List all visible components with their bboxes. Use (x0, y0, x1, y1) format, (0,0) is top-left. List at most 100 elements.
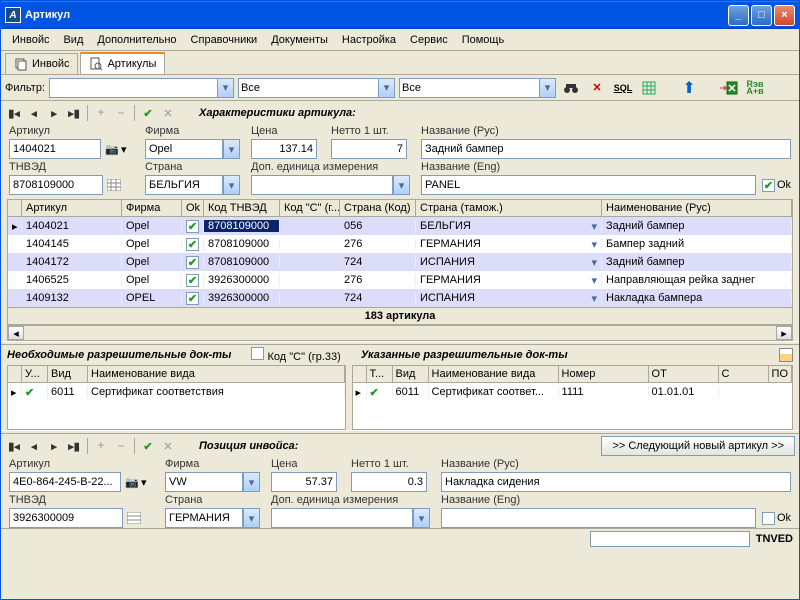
section-characteristics: Характеристики артикула: (179, 107, 356, 119)
code-c-checkbox[interactable] (251, 347, 264, 360)
chevron-down-icon[interactable]: ▾ (217, 78, 234, 98)
tnved-input[interactable] (9, 175, 103, 195)
status-label: TNVED (756, 533, 793, 545)
filter-label: Фильтр: (5, 82, 45, 94)
last-icon[interactable]: ▸▮ (65, 104, 83, 122)
arrow-up-icon[interactable]: ⬆ (678, 77, 700, 99)
grid-icon[interactable] (638, 77, 660, 99)
minimize-button[interactable]: _ (728, 5, 749, 26)
grid-small-icon[interactable] (125, 509, 143, 527)
tab-articles[interactable]: Артикулы (80, 52, 165, 74)
ok-checkbox-top[interactable]: ✔ (762, 179, 775, 192)
next-article-button[interactable]: >> Следующий новый артикул >> (601, 436, 795, 456)
required-docs-grid[interactable]: У...ВидНаименование вида ▸✔6011Сертифика… (7, 365, 346, 430)
dop-unit-input-bot[interactable] (271, 508, 413, 528)
chevron-down-icon[interactable]: ▾ (378, 78, 395, 98)
chevron-down-icon[interactable]: ▾ (141, 476, 147, 489)
delete-icon[interactable]: ✕ (586, 77, 608, 99)
menu-additional[interactable]: Дополнительно (90, 32, 183, 48)
next-icon[interactable]: ▸ (45, 104, 63, 122)
table-row[interactable]: 1406525Opel✔3926300000276ГЕРМАНИЯ ▾Напра… (8, 271, 792, 289)
maximize-button[interactable]: □ (751, 5, 772, 26)
grid-footer: 183 артикула (8, 307, 792, 324)
close-button[interactable]: × (774, 5, 795, 26)
chevron-down-icon[interactable]: ▾ (413, 508, 430, 528)
camera-icon[interactable]: 📷 (123, 473, 141, 491)
dop-unit-input[interactable] (251, 175, 393, 195)
status-bar: TNVED (1, 528, 799, 548)
artikul-input-bot[interactable] (9, 472, 121, 492)
camera-icon[interactable]: 📷 (103, 140, 121, 158)
next-icon[interactable]: ▸ (45, 437, 63, 455)
nav-toolbar-top: ▮◂ ◂ ▸ ▸▮ + – ✔ ✕ Характеристики артикул… (1, 101, 799, 125)
chevron-down-icon[interactable]: ▾ (121, 143, 127, 156)
excel-export-icon[interactable] (718, 77, 740, 99)
menu-service[interactable]: Сервис (403, 32, 455, 48)
firma-input-bot[interactable] (165, 472, 243, 492)
prev-icon[interactable]: ◂ (25, 437, 43, 455)
price-input[interactable] (251, 139, 317, 159)
grid-small-icon[interactable] (105, 176, 123, 194)
country-input-bot[interactable] (165, 508, 243, 528)
cancel-icon: ✕ (159, 437, 177, 455)
menubar: Инвойс Вид Дополнительно Справочники Док… (1, 29, 799, 51)
filter-input-2[interactable] (238, 78, 378, 98)
scroll-left-icon[interactable]: ◂ (8, 326, 24, 340)
specified-docs-grid[interactable]: Т...ВидНаименование видаНомерОТСПО ▸✔601… (352, 365, 793, 430)
articles-grid[interactable]: Артикул Фирма Ok Код ТНВЭД Код "С" (г...… (7, 199, 793, 325)
rub-icon[interactable]: RэвА+в (744, 77, 766, 99)
menu-view[interactable]: Вид (56, 32, 90, 48)
nav-toolbar-bottom: ▮◂ ◂ ▸ ▸▮ + – ✔ ✕ Позиция инвойса: >> Сл… (1, 434, 799, 458)
section-position: Позиция инвойса: (179, 440, 298, 452)
first-icon[interactable]: ▮◂ (5, 437, 23, 455)
netto-input[interactable] (331, 139, 407, 159)
chevron-down-icon[interactable]: ▾ (393, 175, 410, 195)
grid-hscroll[interactable]: ◂▸ (7, 325, 793, 341)
menu-docs[interactable]: Документы (264, 32, 335, 48)
filter-input-3[interactable] (399, 78, 539, 98)
firma-input[interactable] (145, 139, 223, 159)
table-row[interactable]: 1409132OPEL✔3926300000724ИСПАНИЯ ▾Наклад… (8, 289, 792, 307)
status-input[interactable] (590, 531, 750, 547)
name-rus-input[interactable] (421, 139, 791, 159)
menu-help[interactable]: Помощь (455, 32, 512, 48)
table-row[interactable]: ▸1404021Opel✔8708109000056БЕЛЬГИЯ ▾Задни… (8, 217, 792, 235)
scroll-right-icon[interactable]: ▸ (776, 326, 792, 340)
binoculars-icon[interactable] (560, 77, 582, 99)
country-input[interactable] (145, 175, 223, 195)
table-row[interactable]: 1404172Opel✔8708109000724ИСПАНИЯ ▾Задний… (8, 253, 792, 271)
menu-refs[interactable]: Справочники (184, 32, 265, 48)
last-icon[interactable]: ▸▮ (65, 437, 83, 455)
name-eng-input-bot[interactable] (441, 508, 756, 528)
chevron-down-icon[interactable]: ▾ (223, 175, 240, 195)
netto-input-bot[interactable] (351, 472, 427, 492)
chevron-down-icon[interactable]: ▾ (223, 139, 240, 159)
tab-invoice[interactable]: Инвойс (5, 53, 78, 74)
tnved-input-bot[interactable] (9, 508, 123, 528)
calendar-icon[interactable] (779, 348, 793, 362)
prev-icon[interactable]: ◂ (25, 104, 43, 122)
first-icon[interactable]: ▮◂ (5, 104, 23, 122)
search-doc-icon (89, 57, 103, 71)
name-rus-input-bot[interactable] (441, 472, 791, 492)
plus-icon: + (92, 437, 110, 455)
confirm-icon[interactable]: ✔ (139, 437, 157, 455)
minus-icon: – (112, 104, 130, 122)
minus-icon: – (112, 437, 130, 455)
menu-invoice[interactable]: Инвойс (5, 32, 56, 48)
chevron-down-icon[interactable]: ▾ (243, 508, 260, 528)
sql-icon[interactable]: SQL (612, 77, 634, 99)
filter-input-1[interactable] (49, 78, 217, 98)
price-input-bot[interactable] (271, 472, 337, 492)
req-docs-header: Необходимые разрешительные док-ты (7, 349, 231, 361)
tab-bar: Инвойс Артикулы (1, 51, 799, 75)
confirm-icon[interactable]: ✔ (139, 104, 157, 122)
chevron-down-icon[interactable]: ▾ (243, 472, 260, 492)
ok-checkbox-bot[interactable] (762, 512, 775, 525)
name-eng-input[interactable] (421, 175, 756, 195)
chevron-down-icon[interactable]: ▾ (539, 78, 556, 98)
copy-icon (14, 57, 28, 71)
artikul-input[interactable] (9, 139, 101, 159)
menu-settings[interactable]: Настройка (335, 32, 403, 48)
table-row[interactable]: 1404145Opel✔8708109000276ГЕРМАНИЯ ▾Бампе… (8, 235, 792, 253)
